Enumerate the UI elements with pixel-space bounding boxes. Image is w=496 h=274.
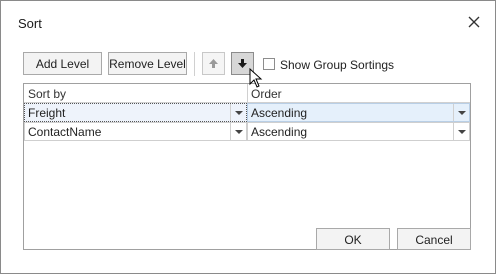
sort-by-value: ContactName [28, 125, 102, 139]
close-icon [468, 16, 480, 28]
show-group-sortings-label: Show Group Sortings [280, 58, 395, 72]
order-dropdown-button[interactable] [453, 123, 470, 140]
cancel-button[interactable]: Cancel [397, 228, 471, 250]
order-cell[interactable]: Ascending [247, 122, 470, 141]
arrow-up-icon [209, 59, 218, 68]
show-group-sortings-checkbox[interactable] [263, 58, 275, 70]
order-value: Ascending [251, 125, 308, 139]
move-up-button[interactable] [202, 52, 225, 75]
table-row[interactable]: Freight Ascending [24, 103, 470, 122]
title-bar: Sort [1, 1, 495, 41]
sort-dialog: Sort Add Level Remove Level Show Group S… [0, 0, 496, 274]
toolbar-separator [194, 52, 195, 76]
sort-levels-grid: Sort by Order Freight Ascending ContactN… [23, 83, 471, 250]
chevron-down-icon [235, 111, 243, 115]
sort-by-dropdown-button[interactable] [230, 123, 247, 140]
remove-level-button[interactable]: Remove Level [108, 52, 187, 75]
arrow-down-icon [238, 59, 247, 68]
table-row[interactable]: ContactName Ascending [24, 122, 470, 141]
order-cell[interactable]: Ascending [247, 103, 470, 122]
dialog-title: Sort [18, 16, 42, 31]
add-level-button[interactable]: Add Level [23, 52, 102, 75]
chevron-down-icon [235, 130, 243, 134]
chevron-down-icon [458, 111, 466, 115]
order-value: Ascending [251, 106, 308, 120]
column-header-order[interactable]: Order [251, 87, 282, 101]
column-divider [247, 84, 248, 102]
grid-header: Sort by Order [24, 84, 470, 103]
close-button[interactable] [463, 11, 485, 33]
order-dropdown-button[interactable] [453, 104, 470, 121]
sort-by-cell[interactable]: Freight [24, 103, 247, 122]
sort-by-cell[interactable]: ContactName [24, 122, 247, 141]
column-header-sort-by[interactable]: Sort by [28, 87, 66, 101]
sort-by-dropdown-button[interactable] [230, 104, 247, 121]
chevron-down-icon [458, 130, 466, 134]
ok-button[interactable]: OK [316, 228, 390, 250]
sort-by-value: Freight [28, 106, 66, 120]
mouse-cursor-icon [249, 68, 263, 88]
